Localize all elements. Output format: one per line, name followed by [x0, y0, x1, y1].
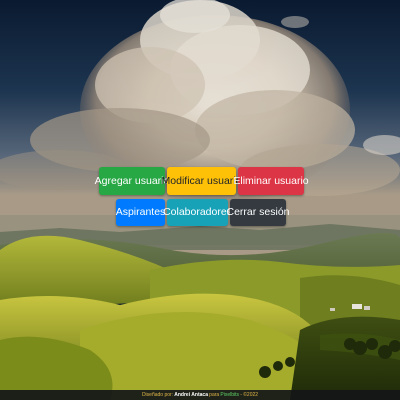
app-stage: Agregar usuario Modificar usuario Elimin…: [0, 0, 400, 400]
aspirantes-button[interactable]: Aspirantes: [116, 199, 165, 226]
page-footer: Diseñado por: Andrei Antaca para Pixelbi…: [0, 390, 400, 400]
modificar-usuario-button[interactable]: Modificar usuario: [162, 167, 241, 195]
footer-prefix: Diseñado por:: [141, 392, 174, 398]
footer-author: Andrei Antaca: [174, 392, 208, 398]
colaboradores-button[interactable]: Colaboradores: [163, 199, 232, 226]
cerrar-sesion-button[interactable]: Cerrar sesión: [226, 199, 290, 226]
agregar-usuario-button[interactable]: Agregar usuario: [95, 167, 169, 195]
footer-brand-link[interactable]: Pixelbits: [220, 392, 239, 398]
footer-connector: para: [209, 392, 220, 398]
footer-suffix: - ©2022: [240, 392, 259, 398]
action-button-grid: Agregar usuario Modificar usuario Elimin…: [0, 0, 400, 400]
eliminar-usuario-button[interactable]: Eliminar usuario: [233, 167, 309, 195]
